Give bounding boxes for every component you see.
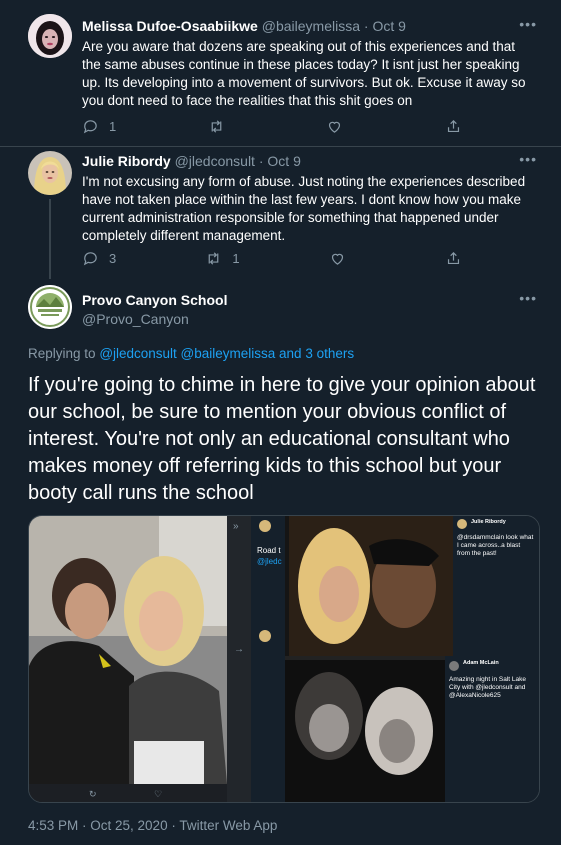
main-tweet-text: If you're going to chime in here to give… <box>28 374 536 504</box>
like-button[interactable] <box>326 118 353 135</box>
reply-icon <box>83 119 97 133</box>
embedded-tweet-2-text: Amazing night in Salt Lake City with @jl… <box>449 676 526 699</box>
share-icon <box>447 119 460 132</box>
side-snippet-line1: Road t <box>257 546 281 555</box>
reply-button[interactable]: 1 <box>82 118 116 135</box>
thread-line <box>49 199 51 279</box>
retweet-button[interactable]: 1 <box>205 250 240 267</box>
retweet-button[interactable] <box>208 118 235 135</box>
tweet-media[interactable]: ↻ ♡ » → Road t @jledc Julie Ribordy @drs… <box>28 515 540 803</box>
heart-icon <box>329 121 341 133</box>
more-options-icon[interactable]: ••• <box>519 290 537 306</box>
replying-to-users[interactable]: @jledconsult @baileymelissa and 3 others <box>99 346 354 361</box>
avatar-julie[interactable] <box>28 151 72 195</box>
svg-text:→: → <box>234 644 244 655</box>
media-collage: ↻ ♡ » → <box>29 516 539 802</box>
embedded-tweet-1-name: Julie Ribordy <box>471 519 506 525</box>
tweet-actions: 1 <box>82 116 462 136</box>
reply-button[interactable]: 3 <box>82 250 116 267</box>
tweet-text: I'm not excusing any form of abuse. Just… <box>82 174 526 243</box>
share-button[interactable] <box>445 118 462 135</box>
author-handle[interactable]: @baileymelissa <box>262 18 360 34</box>
more-options-icon[interactable]: ••• <box>519 151 537 167</box>
author-name[interactable]: Melissa Dufoe-Osaabiikwe <box>82 18 258 34</box>
reply-count: 3 <box>109 250 117 266</box>
reply-tweet-2[interactable]: Julie Ribordy @jledconsult · Oct 9 ••• I… <box>0 147 561 279</box>
replying-to: Replying to @jledconsult @baileymelissa … <box>28 346 354 361</box>
author-name[interactable]: Provo Canyon School <box>82 292 227 308</box>
replying-to-label: Replying to <box>28 346 96 361</box>
avatar-melissa[interactable] <box>28 14 72 58</box>
tweet-text: Are you aware that dozens are speaking o… <box>82 39 526 108</box>
retweet-count: 1 <box>232 250 240 266</box>
author-name[interactable]: Julie Ribordy <box>82 153 171 169</box>
avatar-provo-canyon[interactable] <box>28 285 72 329</box>
svg-text:↻: ↻ <box>89 789 97 799</box>
reply-tweet-1[interactable]: Melissa Dufoe-Osaabiikwe @baileymelissa … <box>0 0 561 148</box>
embedded-tweet-1-text: @drsdammclain look what I came across..a… <box>457 534 534 557</box>
share-button[interactable] <box>445 250 462 267</box>
tweet-header: Melissa Dufoe-Osaabiikwe @baileymelissa … <box>82 18 406 34</box>
embedded-tweet-2-name: Adam McLain <box>463 660 499 666</box>
svg-text:♡: ♡ <box>154 789 162 799</box>
retweet-icon <box>209 251 219 265</box>
tweet-header: Julie Ribordy @jledconsult · Oct 9 <box>82 153 301 169</box>
share-icon <box>447 251 460 264</box>
author-handle[interactable]: @jledconsult <box>175 153 255 169</box>
main-tweet-header: Provo Canyon School @Provo_Canyon <box>82 292 227 327</box>
tweet-actions: 3 1 <box>82 248 462 268</box>
tweet-date[interactable]: Oct 9 <box>267 153 300 169</box>
reply-icon <box>83 251 97 265</box>
tweet-timestamp[interactable]: 4:53 PM · Oct 25, 2020 · Twitter Web App <box>28 818 277 833</box>
heart-icon <box>331 253 343 265</box>
like-button[interactable] <box>329 250 356 267</box>
tweet-date[interactable]: Oct 9 <box>372 18 405 34</box>
author-handle[interactable]: @Provo_Canyon <box>82 311 227 327</box>
svg-text:»: » <box>233 521 239 532</box>
more-options-icon[interactable]: ••• <box>519 16 537 32</box>
retweet-icon <box>211 119 222 133</box>
reply-count: 1 <box>109 118 117 134</box>
side-snippet-line2: @jledc <box>257 557 282 566</box>
